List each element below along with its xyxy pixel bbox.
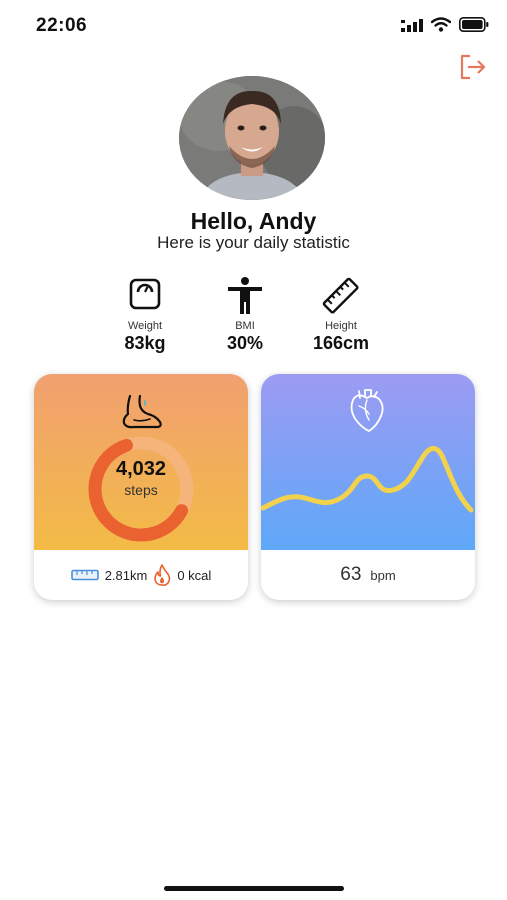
metric-height-label: Height xyxy=(325,320,357,332)
steps-value: 4,032 xyxy=(115,458,167,480)
steps-readout: 4,032 steps xyxy=(34,458,248,498)
avatar-photo xyxy=(179,76,325,200)
greeting-subtitle: Here is your daily statistic xyxy=(157,233,350,252)
steps-card[interactable]: 4,032 steps 2.81km 0 kcal xyxy=(34,374,248,600)
metric-bmi: BMI 30% xyxy=(190,276,300,354)
steps-unit: steps xyxy=(124,482,158,498)
steps-card-footer: 2.81km 0 kcal xyxy=(34,550,248,600)
metric-bmi-label: BMI xyxy=(235,320,255,332)
distance-ruler-icon xyxy=(70,569,99,581)
heart-card-footer: 63 bpm xyxy=(261,550,475,600)
weight-scale-icon xyxy=(129,278,161,310)
heart-card-header xyxy=(261,374,475,550)
metric-height: Height 166cm xyxy=(286,276,396,354)
metric-bmi-value: 30% xyxy=(226,333,264,353)
status-time: 22:06 xyxy=(36,15,88,36)
logout-button[interactable] xyxy=(457,52,487,82)
steps-card-header: 4,032 steps xyxy=(34,374,248,550)
wifi-icon xyxy=(431,17,451,32)
avatar[interactable] xyxy=(179,76,325,200)
flame-icon xyxy=(154,564,171,586)
bpm-unit: bpm xyxy=(370,567,396,583)
battery-icon xyxy=(459,17,489,32)
calories-value: 0 kcal xyxy=(177,567,212,583)
signal-icon xyxy=(401,18,423,32)
metric-weight-value: 83kg xyxy=(124,333,166,353)
foot-icon xyxy=(122,394,162,429)
status-icons xyxy=(401,17,489,32)
heart-rate-wave xyxy=(261,446,474,513)
heart-rate-card[interactable]: 63 bpm xyxy=(261,374,475,600)
bpm-value: 63 xyxy=(340,564,362,585)
greeting-title: Hello, Andy xyxy=(190,208,317,234)
home-indicator[interactable] xyxy=(164,886,344,891)
ruler-icon xyxy=(322,277,359,314)
person-icon xyxy=(228,277,262,314)
logout-icon xyxy=(460,54,486,80)
heart-organ-icon xyxy=(350,389,384,432)
metric-height-value: 166cm xyxy=(312,333,370,353)
metric-weight-label: Weight xyxy=(127,320,163,332)
distance-value: 2.81km xyxy=(104,567,148,583)
status-bar: 22:06 xyxy=(0,0,507,52)
metric-weight: Weight 83kg xyxy=(90,276,200,354)
